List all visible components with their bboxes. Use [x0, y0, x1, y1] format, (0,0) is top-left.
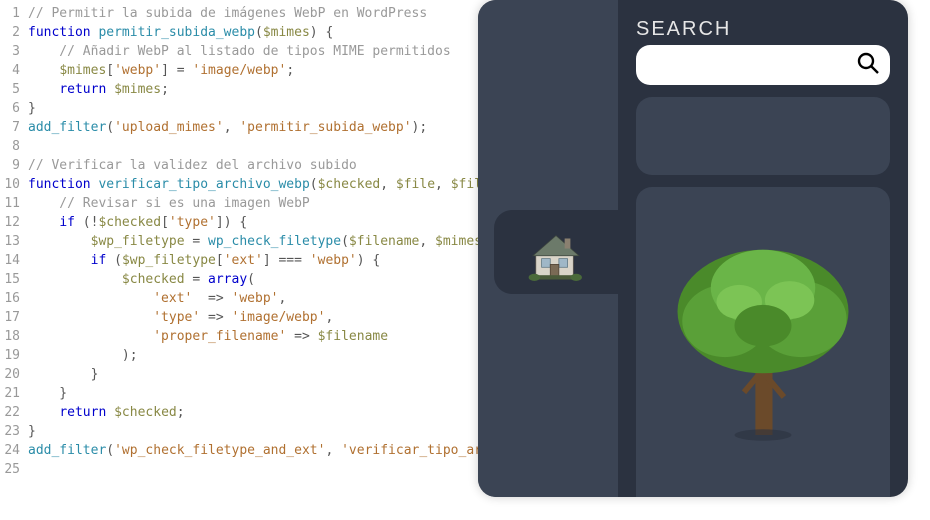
line-number: 15 [0, 270, 20, 289]
line-number: 4 [0, 61, 20, 80]
overlay-panel: SEARCH [478, 0, 908, 497]
line-number: 17 [0, 308, 20, 327]
line-number: 9 [0, 156, 20, 175]
line-number: 23 [0, 422, 20, 441]
line-number: 25 [0, 460, 20, 479]
line-number: 22 [0, 403, 20, 422]
panel-content: SEARCH [618, 0, 908, 497]
line-number: 18 [0, 327, 20, 346]
line-number: 6 [0, 99, 20, 118]
line-number: 5 [0, 80, 20, 99]
line-number: 24 [0, 441, 20, 460]
search-block: SEARCH [636, 18, 890, 85]
line-number: 19 [0, 346, 20, 365]
search-label: SEARCH [636, 18, 890, 41]
sidebar-item-home[interactable] [494, 210, 618, 294]
line-number: 8 [0, 137, 20, 156]
line-number: 13 [0, 232, 20, 251]
line-number: 14 [0, 251, 20, 270]
line-number: 1 [0, 4, 20, 23]
line-number: 11 [0, 194, 20, 213]
house-icon [520, 214, 592, 290]
search-field[interactable] [636, 45, 890, 85]
line-number: 20 [0, 365, 20, 384]
line-number: 7 [0, 118, 20, 137]
line-number-gutter: 1234567891011121314151617181920212223242… [0, 4, 28, 520]
line-number: 21 [0, 384, 20, 403]
line-number: 2 [0, 23, 20, 42]
line-number: 10 [0, 175, 20, 194]
tree-icon [668, 235, 858, 449]
panel-sidebar [478, 0, 618, 497]
content-box-2[interactable] [636, 187, 890, 497]
line-number: 3 [0, 42, 20, 61]
content-box-1[interactable] [636, 97, 890, 175]
line-number: 16 [0, 289, 20, 308]
search-input[interactable] [646, 57, 856, 74]
line-number: 12 [0, 213, 20, 232]
search-icon[interactable] [856, 51, 880, 79]
